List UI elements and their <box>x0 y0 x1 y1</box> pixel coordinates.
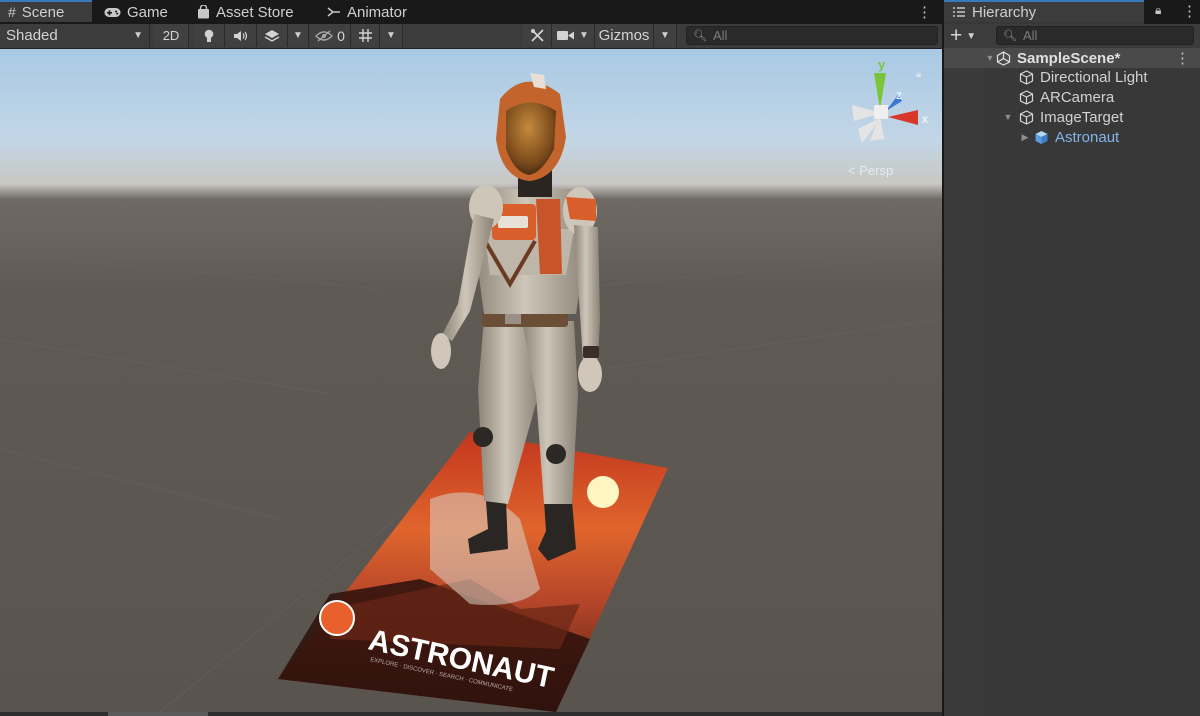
hierarchy-item-label: Directional Light <box>1040 68 1148 86</box>
unity-scene-icon <box>996 50 1011 66</box>
scene-options-kebab-icon[interactable]: ⋮ <box>1175 49 1190 67</box>
gizmo-y-axis-cone[interactable] <box>874 73 886 110</box>
scene-name: SampleScene* <box>1017 49 1121 67</box>
audio-toggle-button[interactable] <box>225 24 257 47</box>
hidden-eye-icon <box>315 30 334 41</box>
gameobject-cube-icon <box>1019 69 1034 85</box>
store-bag-icon <box>198 5 209 19</box>
chevron-down-icon: ▼ <box>133 30 143 41</box>
list-icon <box>953 7 965 17</box>
scene-visibility-button[interactable]: 0 <box>310 24 351 47</box>
lock-icon[interactable]: 🔒︎ <box>916 69 921 80</box>
hierarchy-item-label: ARCamera <box>1040 88 1115 106</box>
hierarchy-item-astronaut[interactable]: ▶ Astronaut <box>944 127 1200 147</box>
tab-label: Asset Store <box>216 3 294 21</box>
viewport-horizontal-scrollbar[interactable] <box>0 712 942 716</box>
hierarchy-search-input[interactable]: 🔍︎ All <box>996 26 1194 45</box>
grid-icon: # <box>8 4 16 20</box>
tab-animator[interactable]: Animator <box>327 0 407 24</box>
chevron-down-icon: ▼ <box>293 30 303 41</box>
tab-game[interactable]: Game <box>104 0 168 24</box>
search-icon: 🔍︎ <box>693 30 707 42</box>
video-camera-icon <box>557 31 575 40</box>
hierarchy-scene-row[interactable]: ▼ SampleScene* ⋮ <box>944 48 1200 68</box>
gizmo-z-label: z <box>896 88 902 102</box>
gizmo-x-axis-cone[interactable] <box>888 110 918 125</box>
image-target-card[interactable]: ASTRONAUT EXPLORE · DISCOVER · SEARCH · … <box>278 432 668 712</box>
hierarchy-item-label: ImageTarget <box>1040 108 1124 126</box>
tools-button[interactable] <box>523 24 552 47</box>
tab-asset-store[interactable]: Asset Store <box>197 0 294 24</box>
hierarchy-item-imagetarget[interactable]: ▼ ImageTarget <box>944 107 1200 127</box>
chevron-down-icon: ▼ <box>386 30 396 41</box>
2d-label: 2D <box>162 28 180 43</box>
tab-scene[interactable]: # Scene <box>0 0 92 22</box>
expand-arrow-icon[interactable]: ▼ <box>984 53 996 63</box>
scrollbar-thumb[interactable] <box>108 712 208 716</box>
perspective-arrow-icon: < <box>848 163 856 178</box>
chevron-down-icon: ▼ <box>579 30 589 41</box>
scene-search-input[interactable]: 🔍︎ All <box>686 26 938 45</box>
speaker-icon <box>233 30 247 41</box>
chevron-down-icon: ▼ <box>660 30 670 41</box>
lighting-toggle-button[interactable] <box>194 24 225 47</box>
tab-hierarchy[interactable]: Hierarchy <box>944 0 1144 22</box>
gameobject-cube-icon <box>1019 89 1034 105</box>
plus-icon: + <box>950 24 963 47</box>
gameobject-cube-icon <box>1019 109 1034 125</box>
hierarchy-item-label: Astronaut <box>1055 128 1120 146</box>
lock-icon[interactable]: 🔒︎ <box>1155 3 1161 18</box>
effects-toggle-button[interactable] <box>257 24 288 47</box>
tools-icon <box>530 29 544 42</box>
projection-text: Persp <box>859 163 894 178</box>
scene-canvas: ASTRONAUT EXPLORE · DISCOVER · SEARCH · … <box>0 73 942 712</box>
shading-mode-dropdown[interactable]: Shaded ▼ <box>0 24 150 47</box>
gizmos-label: Gizmos <box>598 27 650 44</box>
projection-label[interactable]: < Persp <box>848 163 893 178</box>
gizmo-center-cube[interactable] <box>874 105 888 119</box>
gizmos-button[interactable]: Gizmos <box>595 24 654 47</box>
grid-snap-icon <box>358 29 372 42</box>
search-placeholder: All <box>1022 28 1038 43</box>
collapsed-arrow-icon[interactable]: ▶ <box>1019 132 1031 143</box>
grid-toggle-button[interactable] <box>351 24 380 47</box>
shading-mode-label: Shaded <box>6 27 58 44</box>
gizmo-x-label: x <box>922 112 928 126</box>
camera-settings-button[interactable]: ▼ <box>552 24 595 47</box>
search-icon: 🔍︎ <box>1003 30 1017 42</box>
prefab-cube-icon <box>1035 130 1048 144</box>
lightbulb-icon <box>204 29 214 42</box>
grid-dropdown-button[interactable]: ▼ <box>380 24 403 47</box>
hierarchy-toolbar: + ▼ 🔍︎ All <box>944 24 1200 49</box>
hierarchy-item-arcamera[interactable]: ARCamera <box>944 87 1200 107</box>
effects-dropdown-button[interactable]: ▼ <box>288 24 309 47</box>
chevron-down-icon: ▼ <box>966 30 977 42</box>
scene-viewport[interactable]: ASTRONAUT EXPLORE · DISCOVER · SEARCH · … <box>0 49 942 712</box>
hierarchy-gutter <box>944 48 984 716</box>
gizmos-dropdown-button[interactable]: ▼ <box>654 24 677 47</box>
tab-label: Scene <box>21 3 65 21</box>
hierarchy-item-directional-light[interactable]: Directional Light <box>944 67 1200 87</box>
2d-toggle-button[interactable]: 2D <box>154 24 189 47</box>
scene-toolbar: Shaded ▼ 2D ▼ 0 ▼ ▼ Gizmos ▼ 🔍︎ All <box>0 24 942 49</box>
create-button[interactable]: + ▼ <box>950 25 976 47</box>
scene-orientation-gizmo[interactable]: y x z 🔒︎ <box>838 55 938 155</box>
gamepad-icon <box>104 7 121 17</box>
expand-arrow-icon[interactable]: ▼ <box>1002 112 1014 122</box>
layers-effects-icon <box>264 29 280 42</box>
hidden-count: 0 <box>337 27 345 44</box>
scene-menu-kebab-icon[interactable]: ⋮ <box>917 3 932 21</box>
search-placeholder: All <box>712 28 728 43</box>
animator-icon <box>327 7 340 17</box>
gizmo-y-label: y <box>878 57 886 72</box>
tab-label: Game <box>127 3 168 21</box>
tab-label: Hierarchy <box>972 3 1037 21</box>
hierarchy-menu-kebab-icon[interactable]: ⋮ <box>1182 2 1197 20</box>
scene-tab-bar: # Scene Game Asset Store Animator ⋮ <box>0 0 942 24</box>
tab-label: Animator <box>347 3 408 21</box>
